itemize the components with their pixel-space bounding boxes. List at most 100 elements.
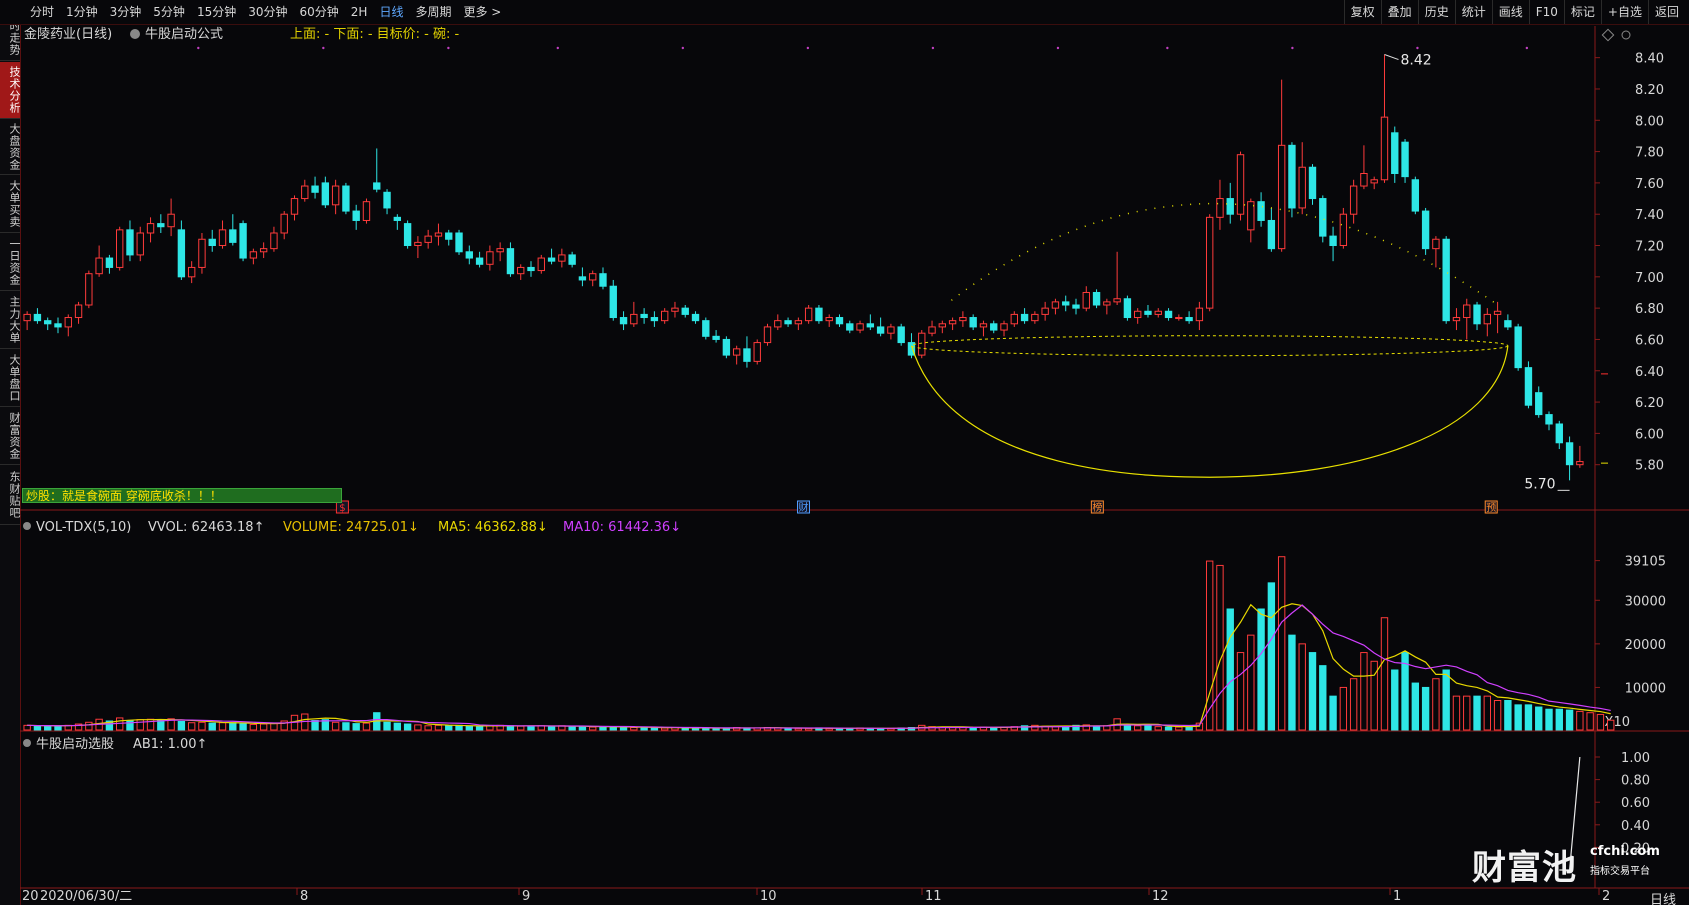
volume-bar — [362, 722, 371, 731]
formula-settings-icon[interactable] — [130, 29, 140, 39]
candle-body — [1277, 144, 1286, 250]
high-price-label: 8.42 — [1400, 53, 1431, 69]
candle — [1401, 139, 1409, 183]
candle-body — [85, 273, 93, 306]
vol-tick-label: 30000 — [1625, 594, 1666, 609]
candle — [393, 214, 402, 230]
candle-body — [434, 232, 443, 237]
candle — [1370, 176, 1378, 190]
volume-bar — [259, 723, 268, 731]
vol-ma10: MA10: 61442.36↓ — [563, 520, 681, 535]
candle-body — [743, 348, 751, 362]
candle-body — [547, 257, 556, 262]
candle-body — [1463, 304, 1471, 319]
watermark-url: cfchi.com — [1590, 844, 1660, 859]
candle-body — [311, 185, 319, 193]
candle-body — [506, 248, 515, 275]
signal-dot — [447, 46, 450, 50]
price-tick-label: 8.40 — [1635, 52, 1664, 67]
formula-banner: 炒股：就是食碗面 穿碗底收杀！！！ — [22, 488, 342, 503]
volume-bar — [136, 719, 144, 731]
candle — [1391, 126, 1399, 183]
volume-bar — [1123, 724, 1132, 731]
candle — [208, 229, 216, 252]
signal-dot — [806, 46, 810, 50]
candle-body — [763, 326, 772, 344]
signal-dot — [1056, 46, 1060, 50]
candle-body — [126, 229, 134, 256]
price-tick-label: 5.80 — [1635, 459, 1664, 474]
candle — [835, 314, 844, 327]
candle — [938, 320, 947, 334]
candle-body — [1113, 298, 1121, 303]
candle — [1576, 445, 1584, 468]
candle — [1545, 411, 1553, 431]
volume-bar — [1247, 634, 1255, 731]
volume-bar — [1267, 582, 1276, 731]
volume-bar — [650, 727, 659, 731]
candle — [1072, 298, 1080, 315]
volume-bar — [1380, 617, 1389, 731]
candle-body — [1535, 392, 1543, 416]
candle-body — [866, 323, 875, 328]
vol-tick-label: 39105 — [1625, 555, 1666, 570]
kline-chart[interactable]: 金陵药业(日线) 牛股启动公式 上面: - 下面: - 目标价: - 碗: - 8.4… — [0, 0, 1689, 905]
candle-body — [1432, 238, 1440, 250]
candle-body — [1267, 219, 1276, 250]
candle — [815, 305, 823, 324]
candle-body — [383, 191, 391, 209]
volume-bar — [517, 725, 525, 731]
candle-body — [270, 232, 278, 250]
candle — [1319, 195, 1327, 243]
volume-bar — [1349, 678, 1358, 731]
candle — [804, 305, 813, 324]
candle — [496, 242, 504, 262]
candle — [1051, 298, 1060, 315]
vol-settings-icon[interactable] — [23, 522, 31, 530]
candle-body — [290, 198, 299, 215]
candle-body — [990, 323, 998, 331]
candle-body — [280, 213, 288, 234]
volume-bar — [1144, 725, 1152, 731]
indicator-title: 牛股启动选股 — [36, 737, 114, 752]
volume-bar — [1360, 652, 1368, 731]
volume-bar — [1463, 695, 1471, 731]
indicator-settings-icon[interactable] — [23, 739, 31, 747]
candle-body — [876, 326, 885, 334]
candle — [1504, 314, 1512, 331]
candle-body — [702, 320, 710, 337]
candle-body — [342, 185, 350, 212]
circle-icon[interactable] — [1621, 30, 1631, 40]
candle-body — [1514, 326, 1522, 369]
candle — [619, 311, 628, 331]
signal-dot — [1525, 46, 1529, 50]
price-tick-label: 7.20 — [1635, 240, 1664, 255]
volume-bar — [126, 720, 134, 731]
candle — [229, 214, 237, 246]
volume-bar — [239, 723, 247, 731]
candle-body — [1236, 154, 1245, 215]
candle-body — [331, 185, 340, 206]
volume-bar — [54, 725, 62, 731]
signal-dot — [556, 46, 559, 50]
volume-bar — [198, 721, 206, 731]
candle-body — [1103, 301, 1111, 306]
candle — [455, 229, 463, 255]
candle — [1329, 226, 1337, 262]
candle — [1555, 420, 1563, 450]
candle-body — [1257, 201, 1265, 221]
candle-body — [589, 273, 597, 281]
candle — [321, 176, 330, 208]
formula-values: 上面: - 下面: - 目标价: - 碗: - — [290, 26, 460, 42]
candle-body — [928, 326, 936, 334]
candle-body — [239, 223, 247, 259]
candle-body — [948, 320, 957, 325]
diamond-icon[interactable] — [1601, 28, 1615, 42]
candle-body — [1031, 313, 1039, 322]
candle — [640, 308, 648, 324]
candle — [763, 323, 772, 346]
candle — [383, 189, 391, 215]
candle-body — [640, 313, 648, 319]
candle — [568, 251, 576, 268]
candle — [33, 308, 42, 324]
